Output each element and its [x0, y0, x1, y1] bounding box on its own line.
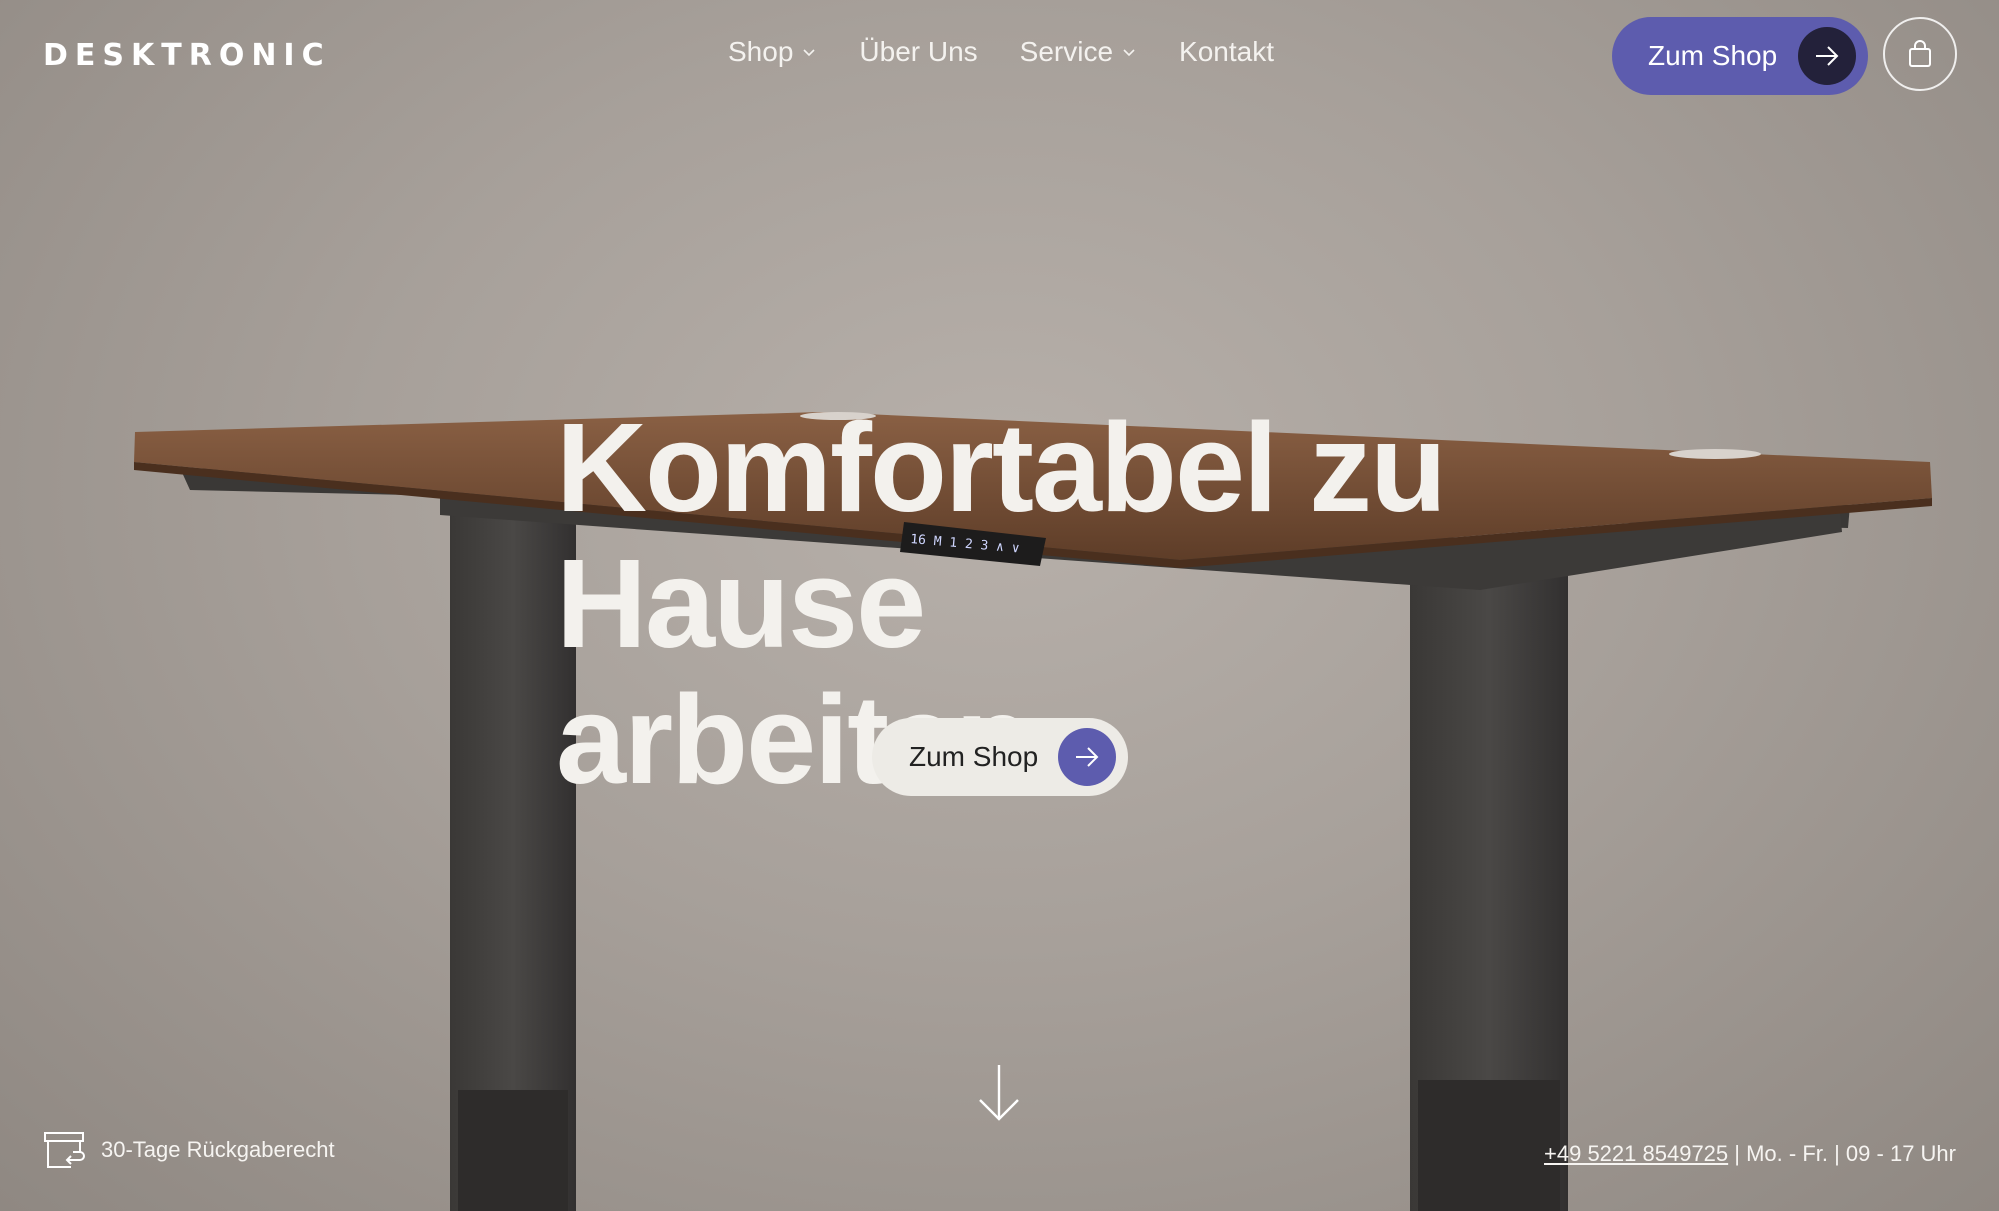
nav-item-shop[interactable]: Shop: [728, 36, 817, 68]
hero-section: 16 M 1 2 3 ∧ ∨ DESKTRONIC Shop Über Uns …: [0, 0, 1999, 1211]
chevron-down-icon: [803, 49, 815, 57]
shopping-bag-icon: [1909, 40, 1931, 67]
arrow-right-icon: [1798, 27, 1856, 85]
arrow-down-icon[interactable]: [976, 1063, 1022, 1123]
contact-info: +49 5221 8549725 | Mo. - Fr. | 09 - 17 U…: [1544, 1141, 1956, 1167]
hero-shop-button[interactable]: Zum Shop: [872, 718, 1128, 796]
nav-item-kontakt[interactable]: Kontakt: [1179, 36, 1274, 68]
nav-item-label: Über Uns: [859, 36, 978, 67]
nav-item-label: Kontakt: [1179, 36, 1274, 67]
nav-item-label: Shop: [728, 36, 794, 67]
hero-headline-line-1: Komfortabel zu: [556, 397, 1447, 538]
cart-button[interactable]: [1883, 17, 1957, 91]
return-policy: 30-Tage Rückgaberecht: [43, 1129, 335, 1171]
phone-link[interactable]: +49 5221 8549725: [1544, 1141, 1728, 1166]
chevron-down-icon: [1123, 49, 1135, 57]
nav-item-label: Service: [1019, 36, 1114, 67]
nav-item-service[interactable]: Service: [1020, 36, 1137, 68]
opening-hours: | Mo. - Fr. | 09 - 17 Uhr: [1734, 1141, 1956, 1166]
hero-shop-button-label: Zum Shop: [909, 741, 1039, 772]
site-header: DESKTRONIC Shop Über Uns Service Kontakt: [0, 0, 1999, 110]
arrow-right-icon: [1058, 728, 1116, 786]
header-shop-button-label: Zum Shop: [1648, 40, 1778, 71]
main-nav: Shop Über Uns Service Kontakt: [728, 36, 1274, 68]
brand-logo[interactable]: DESKTRONIC: [43, 38, 331, 73]
return-box-icon: [44, 1132, 85, 1168]
return-policy-text: 30-Tage Rückgaberecht: [101, 1137, 335, 1162]
nav-item-ueber-uns[interactable]: Über Uns: [859, 36, 977, 68]
header-shop-button[interactable]: Zum Shop: [1612, 17, 1868, 95]
